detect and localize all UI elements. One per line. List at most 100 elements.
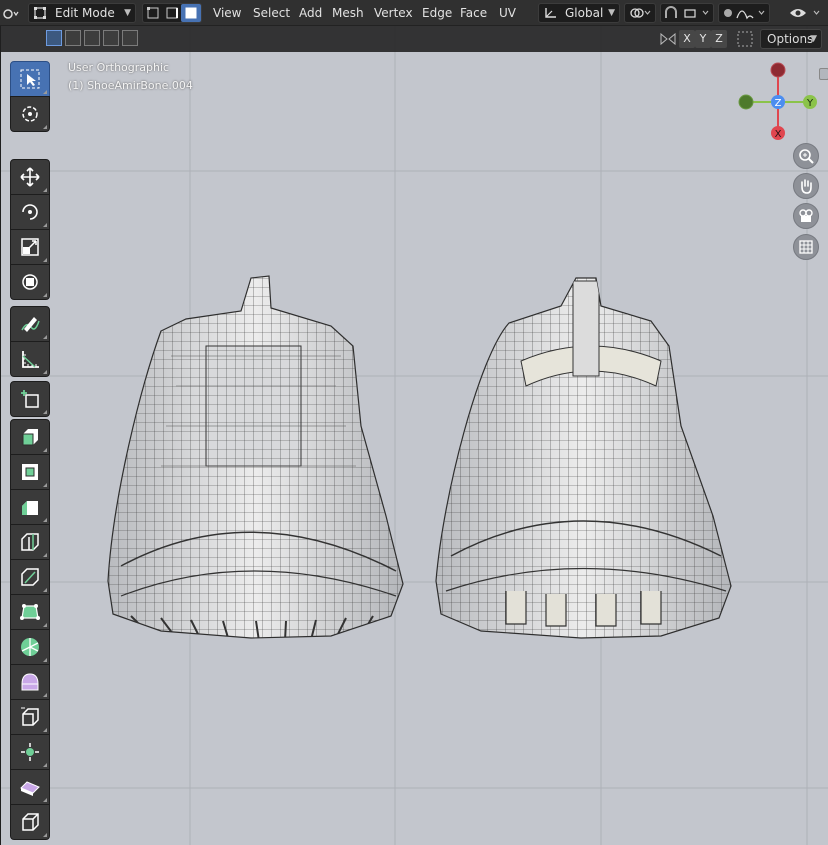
- select-new-icon[interactable]: [46, 30, 62, 46]
- shoe-front-mesh: [107, 275, 404, 639]
- pencil-icon: [21, 317, 40, 332]
- extrude-icon: [22, 429, 38, 446]
- mode-dropdown[interactable]: Edit Mode ▼: [28, 3, 136, 23]
- chevron-down-icon: ▼: [124, 8, 131, 18]
- menu-add[interactable]: Add: [299, 4, 322, 22]
- navigation-gizmo[interactable]: Z Y X: [733, 56, 823, 146]
- topology-mirror-icon[interactable]: [736, 30, 754, 48]
- poly-build-tool[interactable]: [10, 594, 50, 630]
- select-box-tool[interactable]: [10, 61, 50, 97]
- loop-cut-icon: [21, 533, 39, 551]
- transform-tool[interactable]: [10, 264, 50, 300]
- ruler-icon: [22, 351, 39, 368]
- proportional-edit-group[interactable]: [718, 3, 770, 23]
- poly-build-icon: [20, 604, 40, 620]
- visibility-dropdown[interactable]: [786, 3, 828, 23]
- editor-type-button[interactable]: [0, 3, 20, 23]
- proportional-edit-icon: [724, 9, 765, 20]
- rotate-icon: [22, 204, 38, 220]
- select-mode-group: [142, 3, 202, 23]
- cursor-icon: [22, 106, 38, 122]
- eye-icon: [790, 9, 820, 17]
- camera-view-button[interactable]: [793, 203, 819, 229]
- shrink-fatten-tool[interactable]: [10, 734, 50, 770]
- menu-vertex[interactable]: Vertex: [374, 4, 413, 22]
- add-cube-icon: [21, 390, 39, 408]
- 3d-viewport[interactable]: X Y Z Options ▼ User Orthographic (1) Sh…: [0, 26, 828, 845]
- neg-x-axis-ball: [770, 62, 786, 78]
- sidebar-toggle[interactable]: [819, 68, 828, 80]
- pan-button[interactable]: [793, 173, 819, 199]
- cursor-tool[interactable]: [10, 96, 50, 132]
- select-invert-icon[interactable]: [103, 30, 119, 46]
- object-name-label: (1) ShoeAmirBone.004: [68, 79, 193, 92]
- rotate-tool[interactable]: [10, 194, 50, 230]
- gizmo-y-label: Y: [806, 98, 814, 109]
- select-subtract-icon[interactable]: [84, 30, 100, 46]
- select-box-icon: [20, 69, 40, 89]
- knife-tool[interactable]: [10, 559, 50, 595]
- edge-slide-tool[interactable]: [10, 699, 50, 735]
- edit-mode-icon: [34, 7, 46, 19]
- vertex-select-icon[interactable]: [143, 4, 162, 22]
- rip-icon: [22, 813, 39, 831]
- editor-type-icon: [3, 9, 19, 19]
- smooth-tool[interactable]: [10, 664, 50, 700]
- face-select-icon[interactable]: [181, 4, 201, 22]
- gizmo-x-label: X: [775, 129, 782, 140]
- menu-uv[interactable]: UV: [499, 4, 516, 22]
- shear-icon: [20, 781, 40, 796]
- spin-icon: [21, 638, 39, 656]
- mirror-x-button[interactable]: X: [679, 30, 695, 48]
- menu-select[interactable]: Select: [253, 4, 290, 22]
- edge-slide-icon: [21, 707, 39, 726]
- view-name-label: User Orthographic: [68, 61, 170, 74]
- shoe-back-mesh: [435, 277, 732, 639]
- pivot-icon: [630, 8, 651, 18]
- menu-face[interactable]: Face: [460, 4, 487, 22]
- snapping-group[interactable]: [660, 3, 714, 23]
- knife-icon: [21, 568, 39, 586]
- move-icon: [20, 167, 40, 187]
- chevron-down-icon: ▼: [608, 8, 615, 18]
- options-dropdown[interactable]: Options ▼: [760, 29, 822, 49]
- mirror-icon[interactable]: [659, 30, 677, 48]
- extrude-region-tool[interactable]: [10, 419, 50, 455]
- magnifier-icon: [799, 149, 814, 164]
- measure-tool[interactable]: [10, 341, 50, 377]
- zoom-button[interactable]: [793, 143, 819, 169]
- perspective-toggle-button[interactable]: [793, 234, 819, 260]
- move-tool[interactable]: [10, 159, 50, 195]
- menu-mesh[interactable]: Mesh: [332, 4, 364, 22]
- shrink-fatten-icon: [21, 743, 39, 761]
- scale-icon: [21, 238, 39, 256]
- rip-region-tool[interactable]: [10, 804, 50, 840]
- spin-tool[interactable]: [10, 629, 50, 665]
- mirror-y-button[interactable]: Y: [695, 30, 711, 48]
- bevel-tool[interactable]: [10, 489, 50, 525]
- smooth-icon: [21, 673, 39, 691]
- mode-label: Edit Mode: [55, 6, 115, 20]
- pivot-point-dropdown[interactable]: [624, 3, 656, 23]
- transform-orientation-dropdown[interactable]: Global ▼: [538, 3, 620, 23]
- edge-select-icon[interactable]: [162, 4, 181, 22]
- menu-view[interactable]: View: [213, 4, 241, 22]
- menu-edge[interactable]: Edge: [422, 4, 452, 22]
- loop-cut-tool[interactable]: [10, 524, 50, 560]
- select-extend-icon[interactable]: [65, 30, 81, 46]
- transform-icon: [22, 274, 38, 290]
- editor-header: Edit Mode ▼ View Select Add Mesh Vertex …: [0, 0, 828, 26]
- chevron-down-icon: ▼: [810, 34, 817, 44]
- neg-y-axis-ball: [738, 94, 754, 110]
- options-label: Options: [767, 32, 814, 46]
- mirror-z-button[interactable]: Z: [711, 30, 727, 48]
- select-intersect-icon[interactable]: [122, 30, 138, 46]
- orientation-label: Global: [565, 6, 604, 20]
- scale-tool[interactable]: [10, 229, 50, 265]
- orientation-icon: [545, 8, 556, 18]
- viewport-header: X Y Z Options ▼: [1, 26, 828, 52]
- shear-tool[interactable]: [10, 769, 50, 805]
- inset-faces-tool[interactable]: [10, 454, 50, 490]
- annotate-tool[interactable]: [10, 306, 50, 342]
- add-cube-tool[interactable]: [10, 381, 50, 417]
